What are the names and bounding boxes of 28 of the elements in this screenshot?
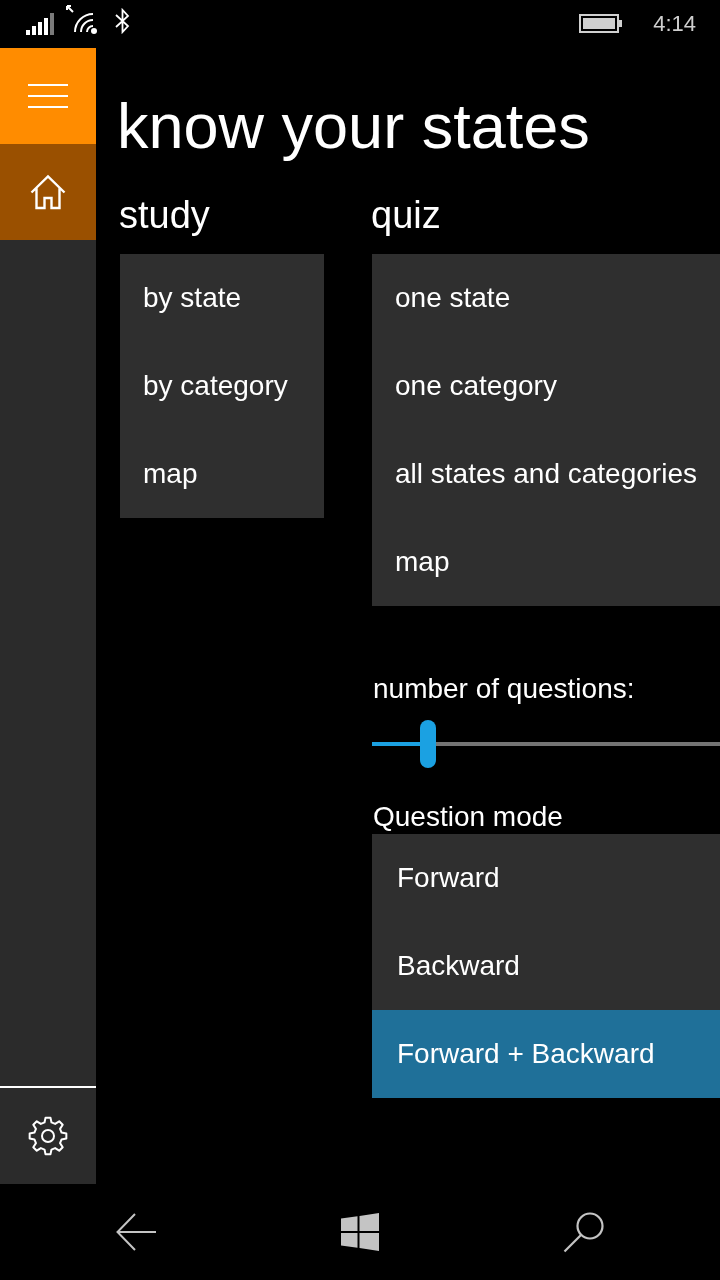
back-arrow-icon[interactable] xyxy=(116,1213,156,1251)
option-item[interactable]: Forward + Backward xyxy=(372,1010,720,1098)
page-title: know your states xyxy=(117,90,591,163)
menu-item[interactable]: one state xyxy=(372,254,720,342)
settings-icon xyxy=(28,1116,68,1156)
section-heading: quiz xyxy=(371,193,441,238)
menu-item[interactable]: by state xyxy=(120,254,324,342)
list-label: Question mode xyxy=(372,801,563,833)
four-pane-logo-icon[interactable] xyxy=(341,1213,379,1251)
option-item[interactable]: Backward xyxy=(372,922,720,1010)
menu-item[interactable]: by category xyxy=(120,342,324,430)
menu-item[interactable]: map xyxy=(120,430,324,518)
menu-icon xyxy=(28,84,68,108)
clock-time: 4:14 xyxy=(653,10,696,38)
battery-icon xyxy=(579,14,623,33)
menu-item[interactable]: one category xyxy=(372,342,720,430)
section-heading: study xyxy=(119,193,210,238)
menu-item[interactable]: all states and categories xyxy=(372,430,720,518)
slider-thumb[interactable] xyxy=(419,720,436,768)
option-item[interactable]: Forward xyxy=(372,834,720,922)
wifi-icon xyxy=(66,5,100,35)
home-button[interactable] xyxy=(0,144,96,240)
home-icon xyxy=(30,174,66,210)
slider-label: number of questions: xyxy=(372,673,635,705)
search-icon[interactable] xyxy=(563,1211,605,1253)
menu-item[interactable]: map xyxy=(372,518,720,606)
bluetooth-icon xyxy=(115,8,130,34)
signal-icon xyxy=(26,13,54,35)
